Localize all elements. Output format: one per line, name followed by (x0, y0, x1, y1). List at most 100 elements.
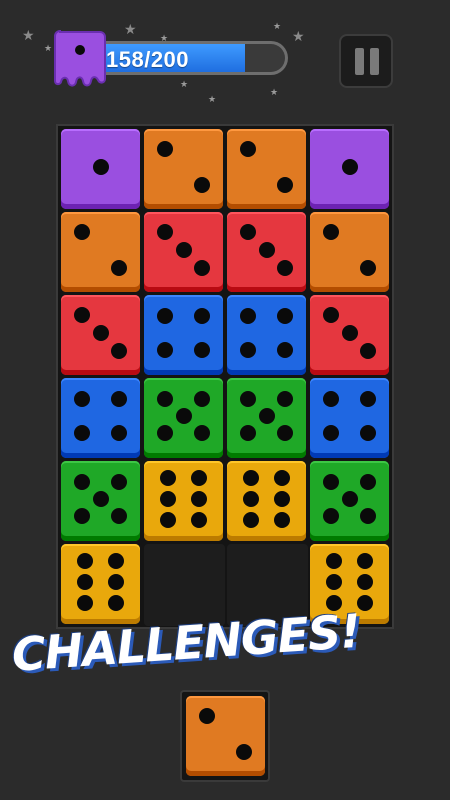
star-icon: ★ (124, 21, 137, 37)
die-pip (194, 177, 211, 194)
die-pip (74, 473, 91, 490)
die-pip (357, 595, 374, 612)
die-pip (325, 574, 342, 590)
die-pip (323, 473, 340, 490)
die-pip (325, 552, 342, 569)
die-red-3[interactable] (227, 212, 306, 292)
die-pip (73, 223, 90, 240)
die-pip (175, 242, 192, 258)
die-pip (242, 491, 259, 507)
pause-icon (370, 48, 379, 75)
die-pip (157, 390, 174, 407)
die-pip (323, 508, 340, 525)
pause-icon (355, 48, 364, 75)
die-pip (191, 491, 208, 507)
die-green-5[interactable] (310, 461, 389, 541)
die-yellow-6[interactable] (61, 544, 140, 624)
die-blue-4[interactable] (227, 295, 306, 375)
die-red-3[interactable] (61, 295, 140, 375)
die-pip (258, 408, 275, 424)
die-pip (360, 260, 377, 277)
die-orange-2[interactable] (144, 129, 223, 209)
die-pip (110, 425, 127, 442)
die-pip (110, 390, 127, 407)
die-green-5[interactable] (61, 461, 140, 541)
die-pip (341, 491, 358, 507)
die-purple-1[interactable] (310, 129, 389, 209)
die-pip (240, 425, 257, 442)
die-pip (359, 425, 376, 442)
level-progress-bar: 158/200 (96, 41, 288, 75)
die-pip (240, 307, 257, 324)
die-pip (159, 512, 176, 529)
die-orange-2[interactable] (227, 129, 306, 209)
die-yellow-6[interactable] (144, 461, 223, 541)
die-green-5[interactable] (227, 378, 306, 458)
die-pip (193, 425, 210, 442)
die-pip (236, 744, 253, 761)
die-pip (157, 307, 174, 324)
pause-button[interactable] (339, 34, 393, 88)
die-purple-1[interactable] (61, 129, 140, 209)
die-pip (276, 425, 293, 442)
die-pip (274, 491, 291, 507)
die-pip (73, 306, 90, 323)
die-pip (359, 508, 376, 525)
die-pip (111, 343, 128, 360)
die-yellow-6[interactable] (227, 461, 306, 541)
star-icon: ★ (292, 28, 305, 44)
die-pip (193, 342, 210, 359)
die-pip (276, 307, 293, 324)
dice-board (56, 124, 394, 629)
die-blue-4[interactable] (310, 378, 389, 458)
die-pip (191, 512, 208, 529)
die-pip (359, 473, 376, 490)
die-pip (92, 159, 109, 175)
die-pip (194, 260, 211, 277)
die-pip (240, 390, 257, 407)
die-pip (76, 595, 93, 612)
die-pip (322, 306, 339, 323)
die-pip (242, 469, 259, 486)
die-pip (175, 408, 192, 424)
die-orange-2[interactable] (310, 212, 389, 292)
die-red-3[interactable] (310, 295, 389, 375)
die-pip (74, 425, 91, 442)
star-icon: ★ (270, 87, 279, 97)
die-pip (193, 307, 210, 324)
next-die[interactable] (186, 696, 265, 776)
die-pip (159, 491, 176, 507)
die-pip (277, 177, 294, 194)
die-pip (74, 390, 91, 407)
die-pip (274, 512, 291, 529)
die-pip (276, 342, 293, 359)
die-pip (239, 140, 256, 157)
die-pip (239, 223, 256, 240)
die-blue-4[interactable] (144, 295, 223, 375)
die-blue-4[interactable] (61, 378, 140, 458)
die-pip (276, 390, 293, 407)
die-pip (198, 707, 215, 724)
die-pip (341, 159, 358, 175)
die-pip (277, 260, 294, 277)
die-red-3[interactable] (144, 212, 223, 292)
progress-label: 158/200 (106, 47, 190, 72)
die-pip (74, 508, 91, 525)
die-pip (274, 469, 291, 486)
die-pip (258, 242, 275, 258)
die-pip (323, 425, 340, 442)
star-icon: ★ (180, 79, 189, 89)
die-pip (359, 390, 376, 407)
die-pip (323, 390, 340, 407)
die-pip (76, 574, 93, 590)
die-orange-2[interactable] (61, 212, 140, 292)
die-green-5[interactable] (144, 378, 223, 458)
die-pip (360, 343, 377, 360)
die-pip (110, 508, 127, 525)
die-pip (111, 260, 128, 277)
die-pip (110, 473, 127, 490)
die-pip (92, 491, 109, 507)
die-pip (108, 552, 125, 569)
die-pip (156, 223, 173, 240)
die-pip (322, 223, 339, 240)
